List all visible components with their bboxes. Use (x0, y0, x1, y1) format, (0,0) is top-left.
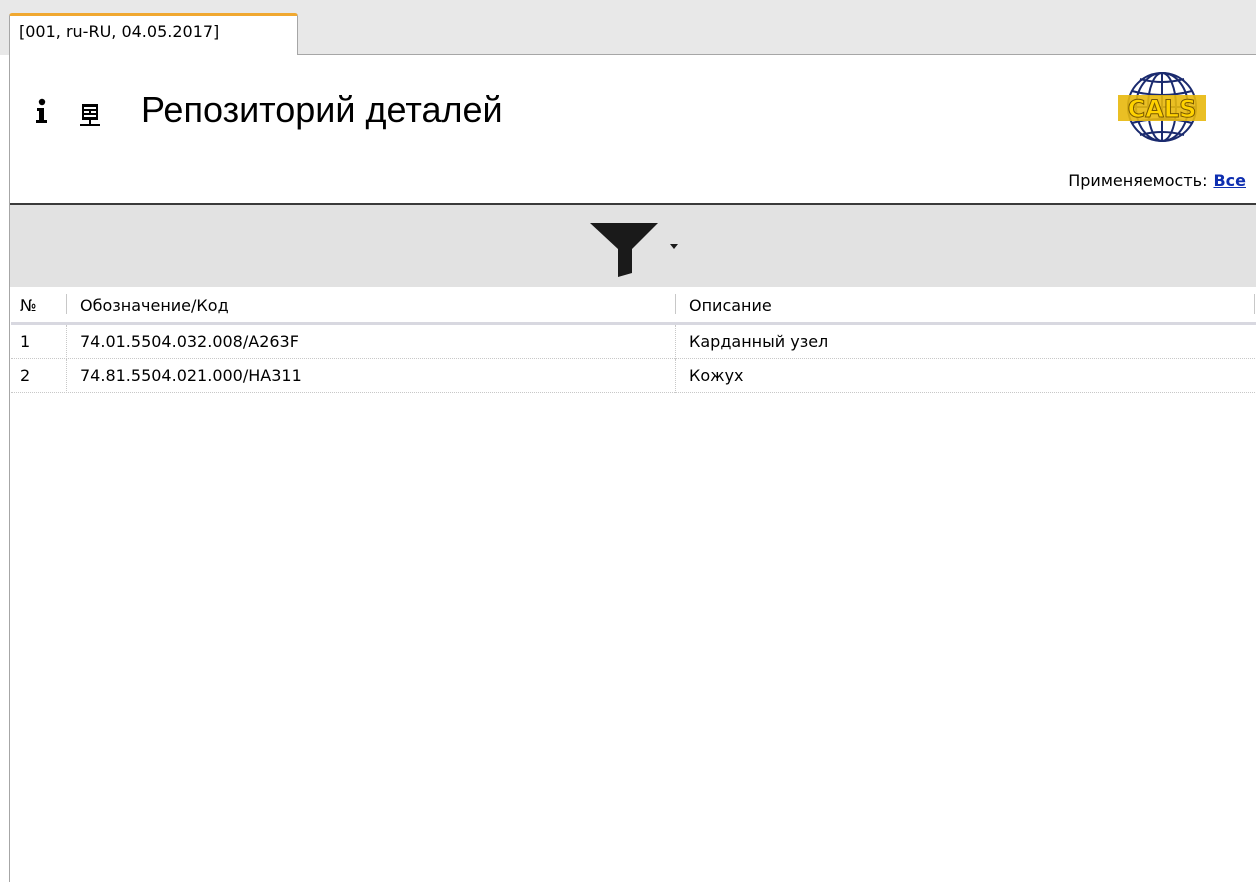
cell-number: 1 (20, 332, 31, 351)
cell-divider (66, 325, 67, 359)
filter-toolbar (10, 203, 1256, 287)
cell-description: Карданный узел (689, 332, 829, 351)
cell-divider (675, 325, 676, 359)
tab-strip: [001, ru-RU, 04.05.2017] (0, 0, 1256, 56)
main-panel: Репозиторий деталей CALS Применяемость: В… (9, 55, 1256, 882)
column-resize-handle[interactable] (675, 294, 676, 314)
chevron-down-icon (670, 244, 678, 249)
column-header-number[interactable]: № (20, 296, 37, 315)
table-row[interactable]: 1 74.01.5504.032.008/A263F Карданный узе… (11, 325, 1256, 359)
device-icon[interactable] (80, 102, 100, 126)
applicability-link[interactable]: Все (1213, 171, 1246, 190)
applicability: Применяемость: Все (1068, 171, 1246, 190)
column-resize-handle[interactable] (1254, 294, 1255, 314)
tab-document[interactable]: [001, ru-RU, 04.05.2017] (9, 13, 298, 56)
table-row[interactable]: 2 74.81.5504.021.000/HA311 Кожух (11, 359, 1256, 393)
cell-divider (675, 359, 676, 393)
page-title: Репозиторий деталей (141, 89, 503, 130)
filter-icon (590, 223, 658, 277)
cell-number: 2 (20, 366, 31, 385)
cell-code: 74.81.5504.021.000/HA311 (80, 366, 302, 385)
cell-code: 74.01.5504.032.008/A263F (80, 332, 299, 351)
column-header-code[interactable]: Обозначение/Код (80, 296, 229, 315)
cals-logo: CALS (1118, 72, 1206, 142)
column-resize-handle[interactable] (66, 294, 67, 314)
parts-table: № Обозначение/Код Описание 1 74.01.5504.… (11, 287, 1256, 882)
cell-divider (66, 359, 67, 393)
table-header: № Обозначение/Код Описание (11, 287, 1256, 325)
applicability-label: Применяемость: (1068, 171, 1208, 190)
column-header-description[interactable]: Описание (689, 296, 772, 315)
cell-description: Кожух (689, 366, 744, 385)
info-icon[interactable] (34, 98, 50, 124)
logo-text: CALS (1128, 95, 1197, 123)
filter-button[interactable] (588, 219, 680, 277)
